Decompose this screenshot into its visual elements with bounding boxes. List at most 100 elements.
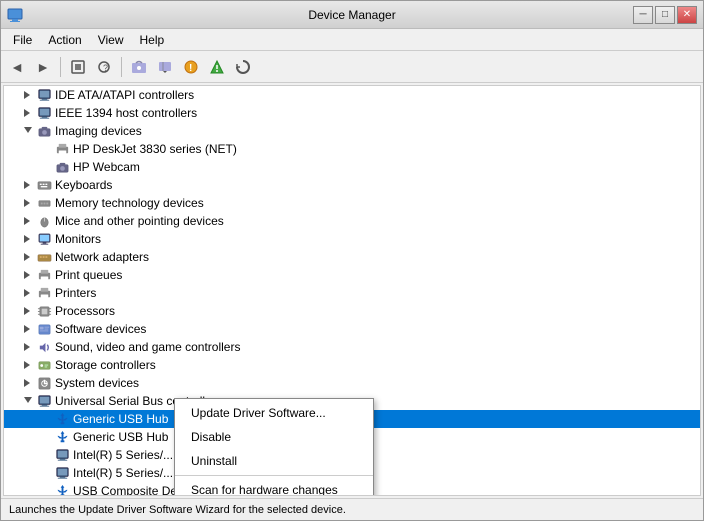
expand-icon[interactable]	[22, 341, 34, 353]
tree-item[interactable]: HP DeskJet 3830 series (NET)	[4, 140, 700, 158]
expand-icon[interactable]	[22, 215, 34, 227]
expand-icon[interactable]	[22, 89, 34, 101]
device-icon	[36, 213, 52, 229]
item-label: Mice and other pointing devices	[55, 214, 224, 228]
toolbar-btn-2[interactable]: ?	[92, 55, 116, 79]
menu-help[interactable]: Help	[132, 31, 173, 49]
tree-item[interactable]: System devices	[4, 374, 700, 392]
item-label: Intel(R) 5 Series/...	[73, 466, 173, 480]
device-icon	[54, 159, 70, 175]
tree-item[interactable]: Software devices	[4, 320, 700, 338]
device-icon	[36, 303, 52, 319]
tree-item[interactable]: Storage controllers	[4, 356, 700, 374]
context-menu-separator	[175, 475, 373, 476]
device-icon	[36, 321, 52, 337]
restore-button[interactable]: □	[655, 6, 675, 24]
expand-icon[interactable]	[22, 287, 34, 299]
device-manager-window: Device Manager ─ □ ✕ File Action View He…	[0, 0, 704, 521]
context-menu-item[interactable]: Update Driver Software...	[175, 401, 373, 425]
tree-item[interactable]: IDE ATA/ATAPI controllers	[4, 86, 700, 104]
expand-icon[interactable]	[22, 359, 34, 371]
context-menu-item[interactable]: Disable	[175, 425, 373, 449]
title-bar: Device Manager ─ □ ✕	[1, 1, 703, 29]
toolbar-btn-7[interactable]	[231, 55, 255, 79]
toolbar-btn-6[interactable]	[205, 55, 229, 79]
item-label: Memory technology devices	[55, 196, 204, 210]
minimize-button[interactable]: ─	[633, 6, 653, 24]
context-menu-item[interactable]: Uninstall	[175, 449, 373, 473]
expand-icon[interactable]	[40, 413, 52, 425]
title-bar-left	[7, 7, 23, 23]
menu-file[interactable]: File	[5, 31, 40, 49]
window-title: Device Manager	[1, 8, 703, 22]
tree-item[interactable]: HP Webcam	[4, 158, 700, 176]
device-icon	[54, 429, 70, 445]
close-button[interactable]: ✕	[677, 6, 697, 24]
expand-icon[interactable]	[22, 395, 34, 407]
expand-icon[interactable]	[40, 161, 52, 173]
item-label: IDE ATA/ATAPI controllers	[55, 88, 194, 102]
expand-icon[interactable]	[22, 323, 34, 335]
item-label: Software devices	[55, 322, 146, 336]
expand-icon[interactable]	[22, 305, 34, 317]
item-label: HP Webcam	[73, 160, 140, 174]
main-area: IDE ATA/ATAPI controllers IEEE 1394 host…	[1, 83, 703, 498]
expand-icon[interactable]	[22, 107, 34, 119]
context-menu-item[interactable]: Scan for hardware changes	[175, 478, 373, 496]
tree-item[interactable]: Mice and other pointing devices	[4, 212, 700, 230]
item-label: Sound, video and game controllers	[55, 340, 240, 354]
tree-item[interactable]: Keyboards	[4, 176, 700, 194]
tree-item[interactable]: Memory technology devices	[4, 194, 700, 212]
tree-item[interactable]: IEEE 1394 host controllers	[4, 104, 700, 122]
expand-icon[interactable]	[22, 269, 34, 281]
device-icon	[54, 411, 70, 427]
device-icon	[54, 465, 70, 481]
device-icon	[36, 105, 52, 121]
expand-icon[interactable]	[40, 485, 52, 496]
toolbar-btn-4[interactable]	[153, 55, 177, 79]
tree-item[interactable]: Network adapters	[4, 248, 700, 266]
status-text: Launches the Update Driver Software Wiza…	[9, 504, 346, 516]
expand-icon[interactable]	[22, 197, 34, 209]
tree-item[interactable]: Printers	[4, 284, 700, 302]
expand-icon[interactable]	[40, 467, 52, 479]
tree-item[interactable]: Monitors	[4, 230, 700, 248]
toolbar-btn-1[interactable]	[66, 55, 90, 79]
toolbar-sep-2	[121, 57, 122, 77]
toolbar-btn-5[interactable]: !	[179, 55, 203, 79]
expand-icon[interactable]	[22, 377, 34, 389]
device-icon	[54, 483, 70, 496]
menu-view[interactable]: View	[90, 31, 132, 49]
tree-item[interactable]: Sound, video and game controllers	[4, 338, 700, 356]
menu-action[interactable]: Action	[40, 31, 89, 49]
device-icon	[36, 375, 52, 391]
expand-icon[interactable]	[22, 125, 34, 137]
toolbar-btn-3[interactable]	[127, 55, 151, 79]
item-label: Generic USB Hub	[73, 412, 168, 426]
forward-button[interactable]: ►	[31, 55, 55, 79]
title-controls: ─ □ ✕	[633, 6, 697, 24]
expand-icon[interactable]	[40, 431, 52, 443]
item-label: Processors	[55, 304, 115, 318]
expand-icon[interactable]	[40, 449, 52, 461]
device-icon	[54, 447, 70, 463]
item-label: Generic USB Hub	[73, 430, 168, 444]
device-icon	[36, 177, 52, 193]
expand-icon[interactable]	[40, 143, 52, 155]
tree-item[interactable]: Print queues	[4, 266, 700, 284]
device-icon	[36, 249, 52, 265]
item-label: IEEE 1394 host controllers	[55, 106, 197, 120]
expand-icon[interactable]	[22, 251, 34, 263]
tree-item[interactable]: Processors	[4, 302, 700, 320]
item-label: Monitors	[55, 232, 101, 246]
status-bar: Launches the Update Driver Software Wiza…	[1, 498, 703, 520]
device-icon	[36, 393, 52, 409]
tree-item[interactable]: Imaging devices	[4, 122, 700, 140]
back-button[interactable]: ◄	[5, 55, 29, 79]
expand-icon[interactable]	[22, 233, 34, 245]
device-icon	[36, 195, 52, 211]
item-label: Network adapters	[55, 250, 149, 264]
expand-icon[interactable]	[22, 179, 34, 191]
device-icon	[36, 285, 52, 301]
tree-panel[interactable]: IDE ATA/ATAPI controllers IEEE 1394 host…	[3, 85, 701, 496]
